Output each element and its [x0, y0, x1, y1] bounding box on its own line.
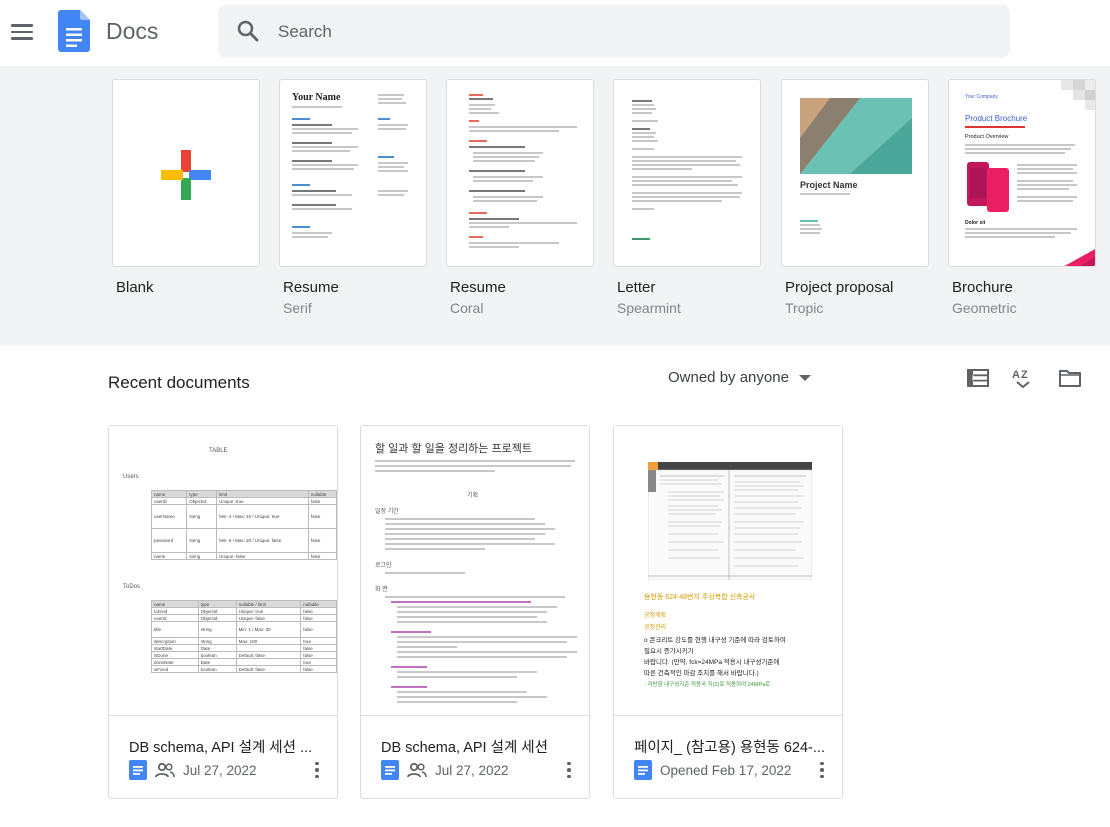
app-title[interactable]: Docs — [106, 18, 158, 45]
document-card[interactable]: TABLE Users name type limit nullable use… — [108, 425, 338, 799]
preview-line: 공정계획 — [644, 613, 667, 619]
preview-subheading: 일정 기간 — [375, 509, 399, 515]
more-options-icon[interactable] — [313, 759, 321, 781]
template-name: Resume — [283, 279, 339, 296]
preview-headline: 용현동 624-48번지 주상복합 신축공사 — [644, 594, 756, 601]
template-subtitle: Spearmint — [617, 300, 681, 316]
owner-filter-dropdown[interactable]: Owned by anyone — [668, 369, 811, 386]
hamburger-icon — [11, 24, 33, 27]
document-meta: Jul 27, 2022 — [381, 759, 509, 781]
docs-logo-icon[interactable] — [58, 10, 90, 52]
shared-people-icon — [407, 762, 427, 778]
preview-subheading: 로그인 — [375, 563, 392, 569]
template-name: Blank — [116, 279, 154, 296]
template-thumbnail[interactable] — [112, 79, 260, 267]
preview-section: 기획 — [467, 493, 479, 499]
template-resume-coral[interactable]: Resume Coral — [446, 79, 594, 316]
thumb-company: Your Company — [965, 94, 998, 100]
template-name: Letter — [617, 279, 656, 296]
geometric-corner-graphic — [1061, 80, 1095, 110]
template-thumbnail[interactable]: Your Company Product Brochure Product Ov… — [948, 79, 1096, 267]
top-bar: Docs — [0, 0, 1110, 66]
svg-text:A: A — [1012, 369, 1020, 381]
preview-body: o 콘크리트 강도를 현행 내구성 기준에 따라 검토하여 — [644, 637, 786, 644]
preview-label: ToDos — [123, 584, 141, 590]
template-subtitle: Tropic — [785, 300, 824, 316]
document-preview[interactable]: 할 일과 할 일을 정리하는 프로젝트 기획 일정 기간 로그인 화 면 — [361, 426, 589, 716]
thumb-section: Dolor sit — [965, 220, 986, 226]
template-blank[interactable]: Blank — [112, 79, 260, 296]
template-name: Resume — [450, 279, 506, 296]
more-options-icon[interactable] — [818, 759, 826, 781]
template-thumbnail[interactable] — [613, 79, 761, 267]
document-card[interactable]: 할 일과 할 일을 정리하는 프로젝트 기획 일정 기간 로그인 화 면 DB … — [360, 425, 590, 799]
template-project-proposal-tropic[interactable]: Project Name Project proposal Tropic — [781, 79, 929, 316]
preview-heading: 할 일과 할 일을 정리하는 프로젝트 — [375, 443, 532, 455]
template-subtitle: Serif — [283, 300, 312, 316]
folder-icon[interactable] — [1058, 366, 1082, 390]
svg-text:Z: Z — [1021, 369, 1028, 381]
preview-label: Users — [123, 474, 139, 480]
search-icon[interactable] — [236, 19, 260, 43]
template-name: Brochure — [952, 279, 1013, 296]
preview-subheading: 화 면 — [375, 587, 388, 593]
sort-az-icon[interactable]: A Z — [1011, 366, 1035, 390]
template-gallery: Blank Your Name Resume Serif Resume Cora… — [0, 66, 1110, 346]
search-input[interactable] — [278, 5, 978, 58]
document-preview[interactable]: TABLE Users name type limit nullable use… — [109, 426, 337, 716]
preview-body: - 저방향 내구성기준 적용국 지(2)로 적용하여 24MPa로 — [644, 682, 771, 688]
preview-body: 필요시 증가시키기 — [644, 648, 694, 655]
search-bar[interactable] — [218, 5, 1010, 58]
shared-people-icon — [155, 762, 175, 778]
docs-file-icon — [381, 760, 399, 780]
more-options-icon[interactable] — [565, 759, 573, 781]
embedded-screenshot-image — [648, 462, 812, 580]
template-brochure-geometric[interactable]: Your Company Product Brochure Product Ov… — [948, 79, 1096, 316]
preview-body: 따른 건축적인 마감 조치를 해서 바랍니다.) — [644, 670, 759, 677]
geometric-corner-graphic — [1064, 249, 1095, 266]
preview-body: 바랍니다. (만약, fck=24MPa 적용시 내구성기준에 — [644, 659, 780, 666]
owner-filter-label: Owned by anyone — [668, 369, 789, 386]
thumb-heading: Product Brochure — [965, 114, 1028, 123]
document-title[interactable]: 페이지_ (참고용) 용현동 624-... — [634, 736, 830, 757]
document-meta: Jul 27, 2022 — [129, 759, 257, 781]
template-resume-serif[interactable]: Your Name Resume Serif — [279, 79, 427, 316]
hamburger-icon-line — [11, 37, 33, 40]
phone-image — [967, 162, 1009, 212]
template-letter-spearmint[interactable]: Letter Spearmint — [613, 79, 761, 316]
caret-down-icon — [798, 374, 811, 381]
plus-icon — [161, 150, 211, 200]
preview-table: name type limit nullable userId ObjectId U… — [150, 490, 337, 560]
thumb-heading: Project Name — [800, 180, 858, 190]
preview-table: name type nullable / limit nullable toDo… — [151, 600, 337, 673]
thumb-subheading: Product Overview — [965, 134, 1009, 140]
main-menu-button[interactable] — [6, 12, 38, 52]
hamburger-icon-line — [11, 30, 33, 34]
document-date: Opened Feb 17, 2022 — [660, 762, 792, 778]
template-thumbnail[interactable]: Project Name — [781, 79, 929, 267]
template-thumbnail[interactable]: Your Name — [279, 79, 427, 267]
preview-heading: TABLE — [209, 448, 228, 454]
docs-file-icon — [129, 760, 147, 780]
preview-line: 공정관리 — [644, 625, 667, 631]
template-thumbnail[interactable] — [446, 79, 594, 267]
docs-file-icon — [634, 760, 652, 780]
document-title[interactable]: DB schema, API 설계 세션 — [381, 736, 577, 757]
document-meta: Opened Feb 17, 2022 — [634, 759, 791, 781]
template-subtitle: Geometric — [952, 300, 1017, 316]
thumb-heading: Your Name — [292, 92, 341, 103]
proposal-cover-image — [800, 98, 912, 174]
list-view-icon[interactable] — [966, 366, 990, 390]
recent-documents-title: Recent documents — [108, 373, 250, 392]
template-subtitle: Coral — [450, 300, 484, 316]
document-date: Jul 27, 2022 — [183, 762, 257, 778]
document-card[interactable]: 용현동 624-48번지 주상복합 신축공사 공정계획 공정관리 o 콘크리트 … — [613, 425, 843, 799]
template-name: Project proposal — [785, 279, 894, 296]
document-date: Jul 27, 2022 — [435, 762, 509, 778]
document-title[interactable]: DB schema, API 설계 세션 ... — [129, 736, 325, 757]
document-preview[interactable]: 용현동 624-48번지 주상복합 신축공사 공정계획 공정관리 o 콘크리트 … — [614, 426, 842, 716]
